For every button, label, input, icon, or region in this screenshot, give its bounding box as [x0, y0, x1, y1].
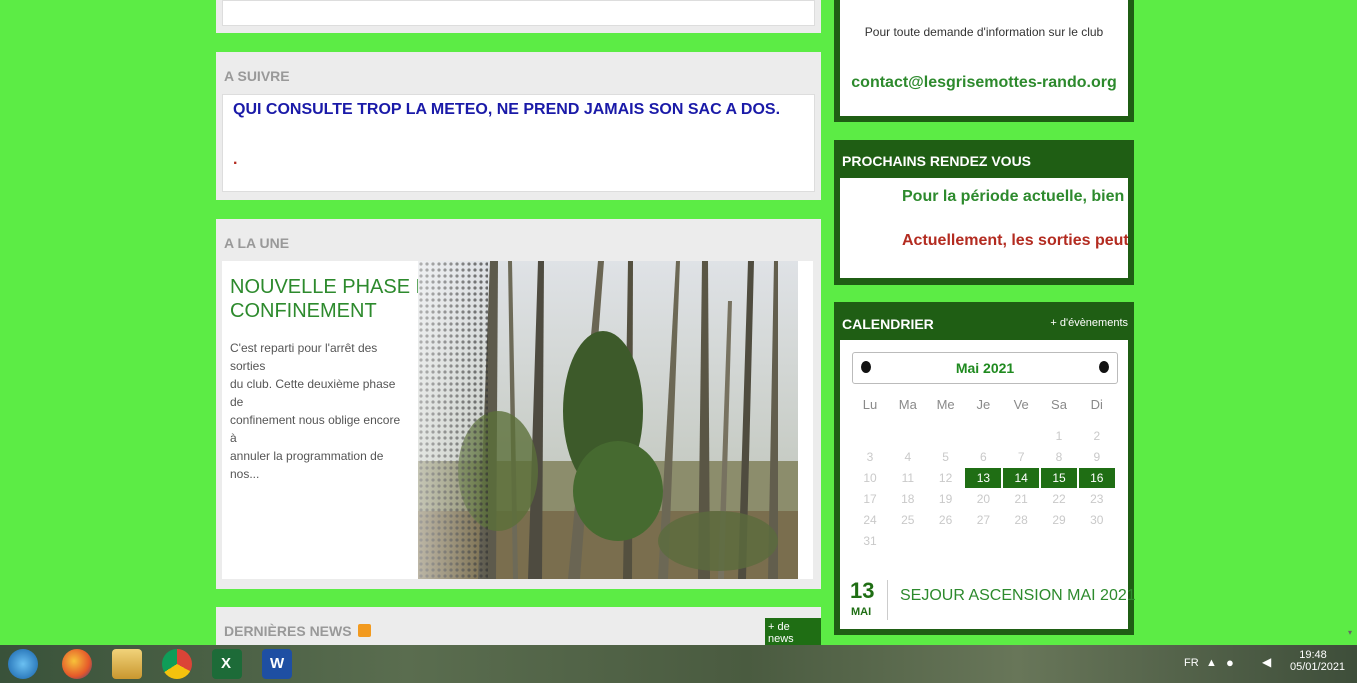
- calendar-day[interactable]: 26: [928, 510, 964, 530]
- taskbar: X W FR ▲ ● ◀ 19:48 05/01/2021: [0, 645, 1357, 683]
- event-divider: [887, 580, 888, 620]
- chrome-icon[interactable]: [162, 649, 192, 679]
- calendar-day[interactable]: 21: [1003, 489, 1039, 509]
- calendar-day[interactable]: 22: [1041, 489, 1077, 509]
- dernieres-news-heading: DERNIÈRES NEWS: [224, 623, 372, 641]
- calendar-day[interactable]: 1: [1041, 426, 1077, 446]
- rss-icon[interactable]: [358, 624, 372, 637]
- clock-time: 19:48: [1299, 649, 1327, 661]
- rendez-vous-line2[interactable]: Actuellement, les sorties peut s'ef: [902, 232, 1128, 250]
- rendez-vous-box: PROCHAINS RENDEZ VOUS Pour la période ac…: [834, 140, 1134, 285]
- calendar-dow: Me: [936, 397, 955, 412]
- show-hidden-icons[interactable]: ▲: [1206, 657, 1217, 669]
- top-panel-content: [222, 0, 815, 26]
- excerpt-line: confinement nous oblige encore à: [230, 413, 401, 445]
- calendar-day[interactable]: 6: [965, 447, 1001, 467]
- excerpt-line: annuler la programmation de nos...: [230, 449, 384, 481]
- excel-icon[interactable]: X: [212, 649, 242, 679]
- speaker-icon[interactable]: ◀: [1262, 655, 1271, 669]
- a-la-une-heading: A LA UNE: [224, 235, 290, 251]
- a-suivre-dot: .: [233, 151, 238, 168]
- calendar-day[interactable]: 10: [852, 468, 888, 488]
- calendar-day[interactable]: 25: [890, 510, 926, 530]
- contact-text: Pour toute demande d'information sur le …: [864, 25, 1104, 39]
- event-title[interactable]: SEJOUR ASCENSION MAI 2021: [900, 587, 1136, 605]
- word-icon[interactable]: W: [262, 649, 292, 679]
- firefox-icon[interactable]: [62, 649, 92, 679]
- file-explorer-icon[interactable]: [112, 649, 142, 679]
- forest-photo: [418, 261, 798, 579]
- dernieres-news-title: DERNIÈRES NEWS: [224, 623, 352, 639]
- calendar-dow: Lu: [862, 397, 878, 412]
- calendar-day[interactable]: 20: [965, 489, 1001, 509]
- article-title-line2[interactable]: CONFINEMENT: [230, 299, 443, 323]
- calendar-day[interactable]: 27: [965, 510, 1001, 530]
- calendar-day[interactable]: 3: [852, 447, 888, 467]
- calendar-day[interactable]: 12: [928, 468, 964, 488]
- calendar-month-nav: Mai 2021: [852, 352, 1118, 384]
- calendar-month: Mai 2021: [955, 360, 1015, 376]
- article-title[interactable]: NOUVELLE PHASE DE CONFINEMENT: [230, 275, 443, 323]
- event-day: 13: [850, 578, 875, 603]
- calendar-day[interactable]: 31: [852, 531, 888, 551]
- calendar-day[interactable]: 30: [1079, 510, 1115, 530]
- language-indicator[interactable]: FR: [1184, 657, 1199, 669]
- excerpt-line: C'est reparti pour l'arrêt des sorties: [230, 341, 378, 373]
- calendar-day[interactable]: 28: [1003, 510, 1039, 530]
- scroll-down-arrow[interactable]: ▾: [1348, 628, 1356, 637]
- a-suivre-panel: A SUIVRE QUI CONSULTE TROP LA METEO, NE …: [216, 52, 821, 200]
- calendar-dow: Ve: [1013, 397, 1029, 412]
- a-suivre-headline[interactable]: QUI CONSULTE TROP LA METEO, NE PREND JAM…: [233, 101, 780, 119]
- contact-box-inner: Pour toute demande d'information sur le …: [840, 0, 1128, 116]
- contact-email[interactable]: contact@lesgrisemottes-rando.org: [840, 74, 1128, 92]
- rendez-vous-line1[interactable]: Pour la période actuelle, bien resp: [902, 188, 1128, 206]
- calendar-day[interactable]: 2: [1079, 426, 1115, 446]
- event-month: MAI: [851, 606, 872, 618]
- calendar-day[interactable]: 23: [1079, 489, 1115, 509]
- windows-start-icon[interactable]: [8, 649, 38, 679]
- calendar-day[interactable]: 13: [965, 468, 1002, 488]
- calendar-day[interactable]: 15: [1041, 468, 1077, 488]
- top-panel: [216, 0, 821, 33]
- more-events-link[interactable]: + d'évènements: [1050, 317, 1128, 329]
- calendar-dow: Je: [976, 397, 991, 412]
- dernieres-news-panel: DERNIÈRES NEWS + de news: [216, 607, 821, 648]
- rendez-vous-heading: PROCHAINS RENDEZ VOUS: [842, 153, 1032, 169]
- a-la-une-content: NOUVELLE PHASE DE CONFINEMENT C'est repa…: [222, 261, 813, 579]
- clock-date: 05/01/2021: [1290, 661, 1346, 673]
- calendar-day[interactable]: 16: [1078, 468, 1115, 488]
- article-image[interactable]: [418, 261, 798, 579]
- contact-box: Pour toute demande d'information sur le …: [834, 0, 1134, 122]
- calendar-day[interactable]: 17: [852, 489, 888, 509]
- next-month-icon[interactable]: [1099, 361, 1109, 373]
- calendar-day[interactable]: 7: [1003, 447, 1039, 467]
- clock[interactable]: 19:48 05/01/2021: [1290, 649, 1346, 673]
- calendar-day[interactable]: 29: [1041, 510, 1077, 530]
- rendez-vous-inner: Pour la période actuelle, bien resp Actu…: [840, 178, 1128, 278]
- calendar-day[interactable]: 5: [928, 447, 964, 467]
- calendar-day[interactable]: 4: [890, 447, 926, 467]
- excerpt-line: du club. Cette deuxième phase de: [230, 377, 396, 409]
- calendar-day[interactable]: 11: [890, 468, 926, 488]
- calendar-day[interactable]: 8: [1041, 447, 1077, 467]
- calendar-dow: Ma: [898, 397, 917, 412]
- article-excerpt: C'est reparti pour l'arrêt des sorties d…: [230, 339, 410, 483]
- calendar-day[interactable]: 24: [852, 510, 888, 530]
- a-suivre-heading: A SUIVRE: [224, 68, 290, 84]
- calendar-day[interactable]: 9: [1079, 447, 1115, 467]
- network-icon[interactable]: ●: [1226, 655, 1234, 670]
- a-la-une-panel: A LA UNE NOUVELLE PHASE DE CONFINEMENT C…: [216, 219, 821, 589]
- calendar-dow: Di: [1090, 397, 1103, 412]
- calendar-dow: Sa: [1051, 397, 1067, 412]
- calendar-heading: CALENDRIER: [842, 316, 934, 332]
- calendar-day[interactable]: 19: [928, 489, 964, 509]
- calendar-day[interactable]: 18: [890, 489, 926, 509]
- a-suivre-content: QUI CONSULTE TROP LA METEO, NE PREND JAM…: [222, 94, 815, 192]
- more-news-button[interactable]: + de news: [765, 618, 821, 648]
- article-title-line1[interactable]: NOUVELLE PHASE DE: [230, 275, 443, 299]
- calendar-day[interactable]: 14: [1003, 468, 1040, 488]
- calendar-event[interactable]: 13 MAI SEJOUR ASCENSION MAI 2021: [850, 578, 1136, 624]
